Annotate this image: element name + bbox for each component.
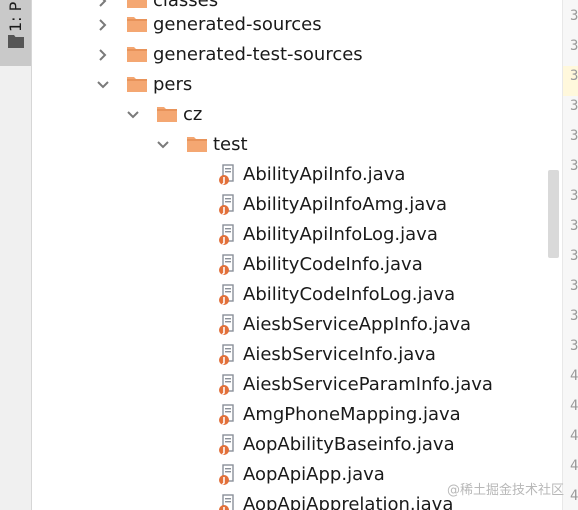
folder-icon bbox=[127, 47, 147, 62]
tree-row-label: AopApiApprelation.java bbox=[243, 494, 454, 510]
svg-text:J: J bbox=[222, 476, 226, 485]
tree-row-label: AiesbServiceParamInfo.java bbox=[243, 374, 493, 395]
java-file-icon: J bbox=[219, 434, 234, 455]
java-file-icon: J bbox=[219, 344, 234, 365]
java-file-icon: J bbox=[219, 224, 234, 245]
gutter-line-number: 3 bbox=[570, 128, 578, 144]
gutter-line-number: 3 bbox=[570, 218, 578, 234]
tree-row-label: AbilityApiInfoLog.java bbox=[243, 224, 438, 245]
project-tree[interactable]: classes generated-sources generated-test-s… bbox=[32, 0, 546, 510]
gutter-line-number: 3 bbox=[570, 308, 578, 324]
gutter-line-number: 3 bbox=[570, 248, 578, 264]
tree-row-file[interactable]: J AbilityApiInfoLog.java bbox=[32, 220, 546, 250]
tree-row-file[interactable]: J AiesbServiceParamInfo.java bbox=[32, 370, 546, 400]
svg-text:J: J bbox=[222, 446, 226, 455]
svg-text:J: J bbox=[222, 416, 226, 425]
vertical-scrollbar-thumb[interactable] bbox=[548, 170, 559, 258]
tree-row-label: AbilityCodeInfo.java bbox=[243, 254, 423, 275]
tree-row-label: AbilityCodeInfoLog.java bbox=[243, 284, 456, 305]
java-file-icon: J bbox=[219, 314, 234, 335]
java-file-icon: J bbox=[219, 254, 234, 275]
gutter-line-number: 3 bbox=[570, 188, 578, 204]
gutter-line-number: 4 bbox=[570, 398, 578, 414]
svg-text:J: J bbox=[222, 176, 226, 185]
tree-row-label: AopAbilityBaseinfo.java bbox=[243, 434, 455, 455]
svg-text:J: J bbox=[222, 506, 226, 510]
gutter-line-number: 3 bbox=[570, 8, 578, 24]
tree-row-file[interactable]: J AiesbServiceInfo.java bbox=[32, 340, 546, 370]
tree-row-label: generated-test-sources bbox=[153, 44, 363, 65]
java-file-icon: J bbox=[219, 404, 234, 425]
folder-icon bbox=[127, 17, 147, 32]
gutter-line-number: 3 bbox=[570, 98, 578, 114]
folder-icon bbox=[157, 107, 177, 122]
gutter-line-number: 4 bbox=[570, 458, 578, 474]
tree-row-label: generated-sources bbox=[153, 14, 322, 35]
project-tool-tab-label: 1: P bbox=[6, 1, 25, 32]
gutter-line-number: 3 bbox=[570, 68, 578, 84]
folder-icon bbox=[8, 35, 24, 48]
tree-row-label: AbilityApiInfo.java bbox=[243, 164, 406, 185]
tree-row-folder[interactable]: cz bbox=[32, 100, 546, 130]
chevron-right-icon[interactable] bbox=[96, 48, 110, 62]
tree-row-folder[interactable]: generated-sources bbox=[32, 10, 546, 40]
svg-text:J: J bbox=[222, 266, 226, 275]
svg-text:J: J bbox=[222, 326, 226, 335]
tree-row-label: AiesbServiceInfo.java bbox=[243, 344, 436, 365]
gutter-line-number: 3 bbox=[570, 338, 578, 354]
tree-row-label: AopApiApp.java bbox=[243, 464, 385, 485]
tree-row-file[interactable]: J AopAbilityBaseinfo.java bbox=[32, 430, 546, 460]
tree-row-file[interactable]: J AbilityApiInfoAmg.java bbox=[32, 190, 546, 220]
chevron-right-icon[interactable] bbox=[96, 18, 110, 32]
svg-text:J: J bbox=[222, 386, 226, 395]
tree-row-folder[interactable]: test bbox=[32, 130, 546, 160]
chevron-down-icon[interactable] bbox=[96, 78, 110, 92]
tree-row-label: pers bbox=[153, 74, 193, 95]
gutter-line-number: 4 bbox=[570, 368, 578, 384]
tree-row-folder[interactable]: pers bbox=[32, 70, 546, 100]
tree-row-label: AbilityApiInfoAmg.java bbox=[243, 194, 447, 215]
folder-icon bbox=[127, 77, 147, 92]
java-file-icon: J bbox=[219, 464, 234, 485]
tree-row-file[interactable]: J AbilityCodeInfo.java bbox=[32, 250, 546, 280]
chevron-down-icon[interactable] bbox=[126, 108, 140, 122]
project-tool-tab[interactable]: 1: P bbox=[0, 0, 31, 66]
folder-icon bbox=[127, 0, 147, 8]
tree-row-label: test bbox=[213, 134, 248, 155]
svg-text:J: J bbox=[222, 296, 226, 305]
folder-icon bbox=[187, 137, 207, 152]
svg-text:J: J bbox=[222, 236, 226, 245]
svg-text:J: J bbox=[222, 356, 226, 365]
tree-row-label: AmgPhoneMapping.java bbox=[243, 404, 461, 425]
gutter-line-number: 3 bbox=[570, 158, 578, 174]
project-tool-window-strip: 1: P bbox=[0, 0, 32, 510]
chevron-down-icon[interactable] bbox=[156, 138, 170, 152]
tree-row-label: cz bbox=[183, 104, 203, 125]
gutter-line-number: 3 bbox=[570, 278, 578, 294]
tree-row-label: AiesbServiceAppInfo.java bbox=[243, 314, 472, 335]
tree-row-file[interactable]: J AiesbServiceAppInfo.java bbox=[32, 310, 546, 340]
gutter-line-number: 3 bbox=[570, 38, 578, 54]
tree-row-file[interactable]: J AbilityCodeInfoLog.java bbox=[32, 280, 546, 310]
svg-text:J: J bbox=[222, 206, 226, 215]
tree-row-folder[interactable]: generated-test-sources bbox=[32, 40, 546, 70]
java-file-icon: J bbox=[219, 494, 234, 510]
tree-row-file[interactable]: J AmgPhoneMapping.java bbox=[32, 400, 546, 430]
java-file-icon: J bbox=[219, 284, 234, 305]
gutter-line-number: 4 bbox=[570, 428, 578, 444]
watermark-text: @稀土掘金技术社区 bbox=[446, 483, 564, 498]
tree-row-file[interactable]: J AbilityApiInfo.java bbox=[32, 160, 546, 190]
java-file-icon: J bbox=[219, 194, 234, 215]
java-file-icon: J bbox=[219, 374, 234, 395]
java-file-icon: J bbox=[219, 164, 234, 185]
gutter-line-number: 4 bbox=[570, 488, 578, 504]
chevron-right-icon[interactable] bbox=[96, 0, 110, 8]
